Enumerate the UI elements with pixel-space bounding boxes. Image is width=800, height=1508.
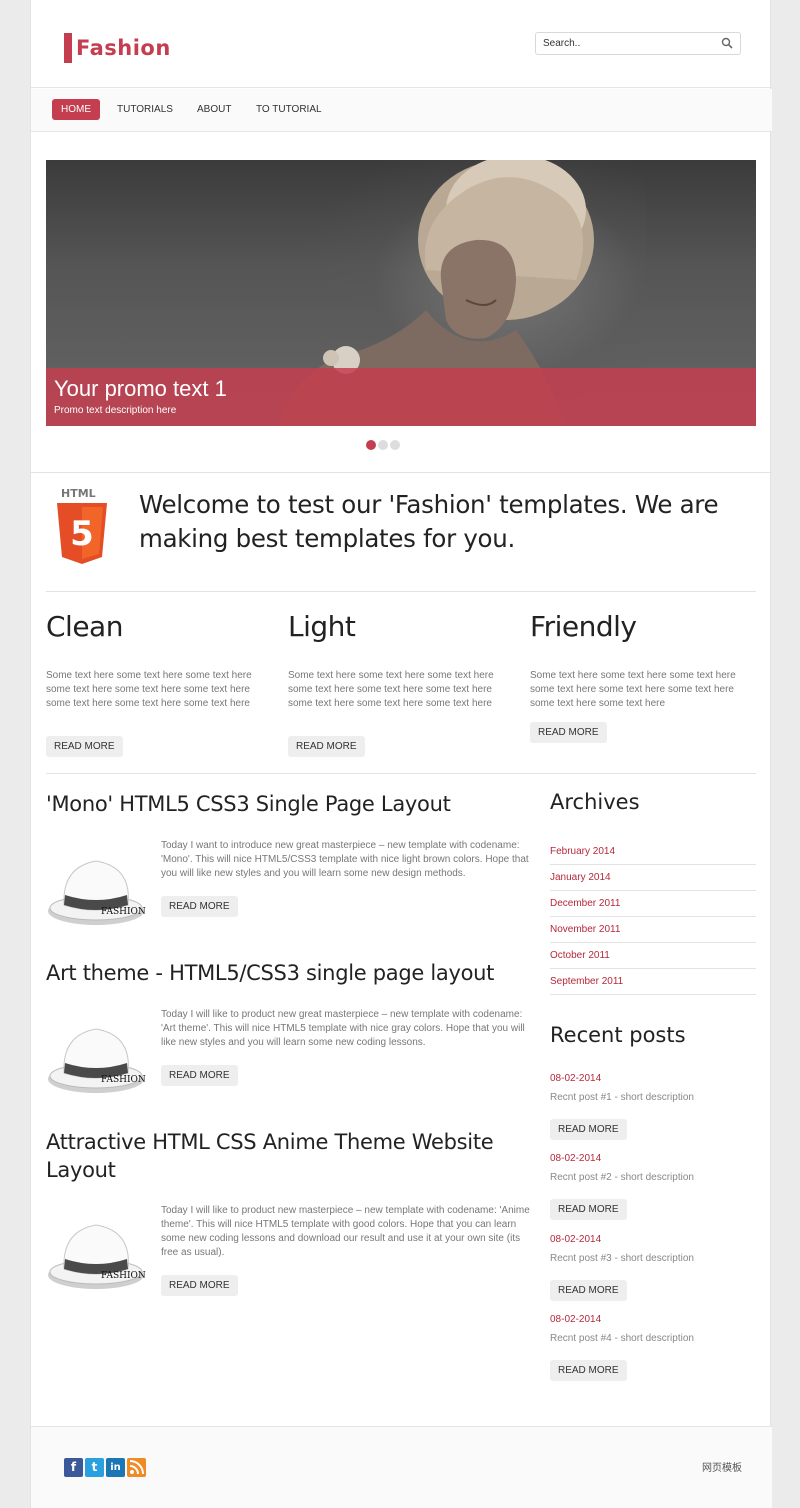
recent-post-date: 08-02-2014 [550,1073,602,1084]
read-more-button[interactable]: READ MORE [161,1275,238,1296]
slider-dot-1[interactable] [366,440,376,450]
read-more-button[interactable]: READ MORE [550,1280,627,1301]
archive-link[interactable]: February 2014 [550,839,756,865]
promo-description: Promo text description here [54,405,177,416]
read-more-button[interactable]: READ MORE [550,1119,627,1140]
recent-post-text: Recnt post #1 - short description [550,1092,694,1103]
read-more-button[interactable]: READ MORE [530,722,607,743]
recent-post-text: Recnt post #3 - short description [550,1253,694,1264]
feature-title: Light [288,610,356,643]
logo-bar [64,33,72,63]
recent-post-text: Recnt post #4 - short description [550,1333,694,1344]
feature-clean: Clean Some text here some text here some… [46,608,274,757]
welcome-text: Welcome to test our 'Fashion' templates.… [139,490,719,553]
nav-item-to-tutorial[interactable]: TO TUTORIAL [247,99,331,120]
nav-item-about[interactable]: ABOUT [188,99,240,120]
hat-brand-text: FASHION [101,907,146,917]
hat-image: FASHION [48,860,146,925]
recent-post-date: 08-02-2014 [550,1234,602,1245]
logo[interactable]: Fashion [64,33,171,63]
hat-image: FASHION [48,1028,146,1093]
archive-link[interactable]: November 2011 [550,917,756,943]
archive-link[interactable]: October 2011 [550,943,756,969]
read-more-button[interactable]: READ MORE [550,1360,627,1381]
feature-text: Some text here some text here some text … [530,670,736,709]
divider [31,472,772,473]
post-title[interactable]: 'Mono' HTML5 CSS3 Single Page Layout [46,790,536,818]
read-more-button[interactable]: READ MORE [550,1199,627,1220]
feature-friendly: Friendly Some text here some text here s… [530,608,758,743]
read-more-button[interactable]: READ MORE [46,736,123,757]
slider-dots [366,440,400,450]
html5-logo-icon: HTML 5 [57,487,107,564]
recent-post-date: 08-02-2014 [550,1153,602,1164]
main-nav: HOME TUTORIALS ABOUT TO TUTORIAL [31,89,772,132]
html5-badge-number: 5 [70,514,94,554]
post-title[interactable]: Art theme - HTML5/CSS3 single page layou… [46,959,536,987]
recent-posts-title: Recent posts [550,1023,686,1047]
hat-image: FASHION [48,1224,146,1289]
linkedin-icon[interactable]: in [106,1458,125,1477]
read-more-button[interactable]: READ MORE [288,736,365,757]
logo-text: Fashion [76,36,171,60]
recent-post-text: Recnt post #2 - short description [550,1172,694,1183]
feature-title: Clean [46,610,123,643]
recent-post-date: 08-02-2014 [550,1314,602,1325]
divider [46,773,756,774]
post-text: Today I will like to product new masterp… [161,1205,530,1258]
feature-text: Some text here some text here some text … [46,670,252,709]
rss-icon[interactable] [127,1458,146,1477]
post-text: Today I will like to product new great m… [161,1009,525,1048]
html5-badge-label: HTML [61,487,96,500]
facebook-icon[interactable]: f [64,1458,83,1477]
nav-item-home[interactable]: HOME [52,99,100,120]
archives-title: Archives [550,790,640,814]
slider-dot-3[interactable] [390,440,400,450]
footer-link[interactable]: 网页模板 [702,1459,742,1474]
post-title[interactable]: Attractive HTML CSS Anime Theme Website … [46,1128,536,1184]
post-text: Today I want to introduce new great mast… [161,840,529,879]
search-input[interactable] [536,33,716,54]
read-more-button[interactable]: READ MORE [161,1065,238,1086]
hat-brand-text: FASHION [101,1271,146,1281]
nav-item-tutorials[interactable]: TUTORIALS [108,99,182,120]
feature-title: Friendly [530,610,637,643]
archive-link[interactable]: January 2014 [550,865,756,891]
divider [46,591,756,592]
slider-dot-2[interactable] [378,440,388,450]
promo-title: Your promo text 1 [54,376,227,401]
archive-link[interactable]: September 2011 [550,969,756,995]
header: Fashion [31,0,772,88]
hat-brand-text: FASHION [101,1075,146,1085]
page: Fashion HOME TUTORIALS ABOUT TO TUTORIAL [30,0,772,1508]
promo-slider[interactable]: Your promo text 1 Promo text description… [46,160,756,426]
search-box [535,32,741,55]
twitter-icon[interactable]: t [85,1458,104,1477]
search-icon[interactable] [721,37,733,49]
read-more-button[interactable]: READ MORE [161,896,238,917]
feature-text: Some text here some text here some text … [288,670,494,709]
archive-link[interactable]: December 2011 [550,891,756,917]
feature-light: Light Some text here some text here some… [288,608,516,757]
